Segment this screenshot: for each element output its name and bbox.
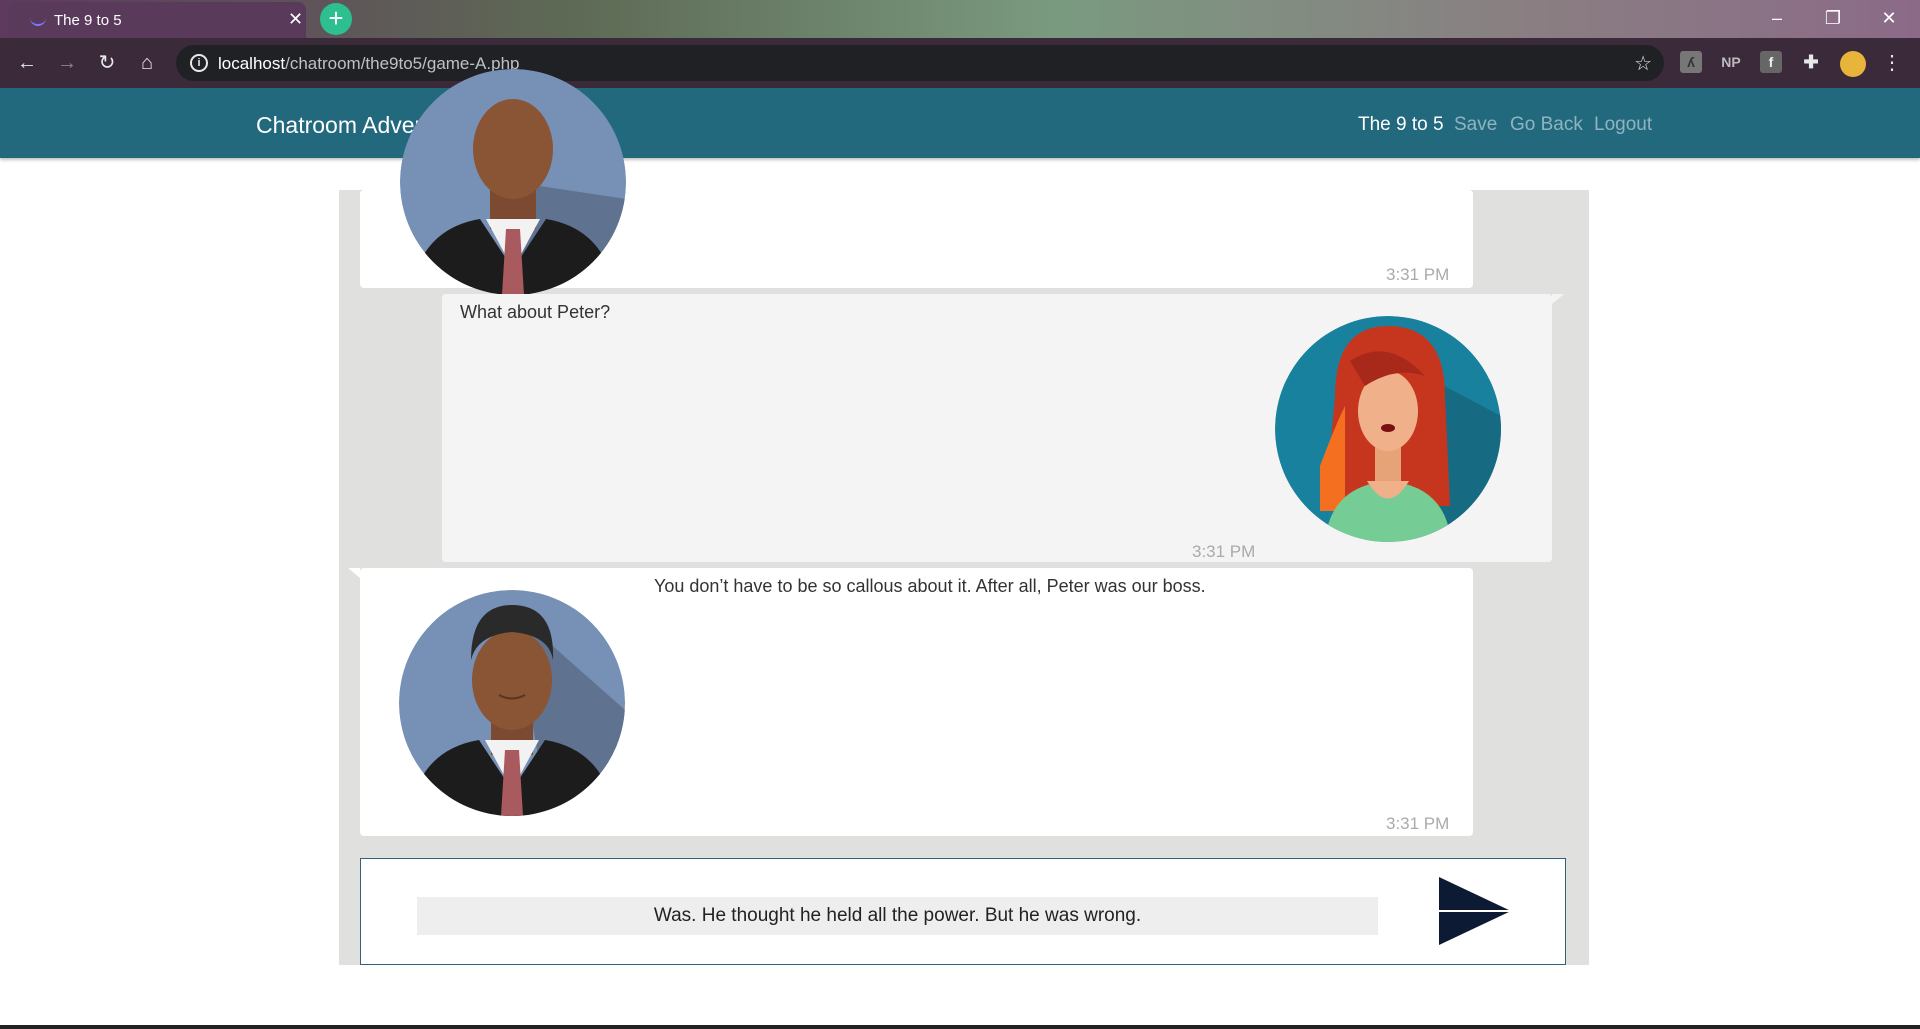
forward-arrow-icon[interactable]: → — [54, 50, 80, 76]
nav-save-link[interactable]: Save — [1454, 114, 1497, 136]
message-input[interactable] — [417, 897, 1378, 935]
tab-close-icon[interactable]: ✕ — [288, 10, 303, 28]
chat-message: What about Peter? 3:31 PM — [442, 294, 1564, 562]
chat-message: You don’t have to be so callous about it… — [348, 568, 1473, 836]
nav-current-game[interactable]: The 9 to 5 — [1358, 114, 1444, 136]
tab-title: The 9 to 5 — [54, 12, 122, 29]
url-text[interactable]: localhost/chatroom/the9to5/game-A.php — [218, 54, 519, 74]
extension-facebook-icon[interactable]: f — [1760, 51, 1782, 73]
extension-reader-icon[interactable]: ʎ — [1680, 51, 1702, 73]
taskbar-edge — [0, 1025, 1920, 1029]
red-haired-woman-avatar — [1275, 316, 1501, 542]
restore-button[interactable]: ❐ — [1810, 4, 1856, 32]
minimize-button[interactable]: – — [1754, 4, 1800, 32]
extension-np-icon[interactable]: NP — [1720, 51, 1742, 73]
man-in-suit-avatar — [399, 590, 625, 816]
address-bar[interactable]: i localhost/chatroom/the9to5/game-A.php … — [176, 45, 1664, 81]
message-time: 3:31 PM — [1192, 542, 1256, 561]
bookmark-star-icon[interactable]: ☆ — [1634, 51, 1652, 76]
browser-menu-icon[interactable]: ⋮ — [1882, 50, 1902, 75]
message-text: What about Peter? — [460, 302, 611, 322]
message-time: 3:31 PM — [1386, 265, 1450, 284]
home-icon[interactable]: ⌂ — [134, 50, 160, 76]
extensions-puzzle-icon[interactable]: ✚ — [1800, 51, 1822, 73]
man-in-suit-avatar — [400, 69, 626, 295]
profile-avatar[interactable] — [1840, 51, 1866, 77]
site-navbar: Chatroom Adventures The 9 to 5 Save Go B… — [0, 88, 1920, 158]
url-path: /chatroom/the9to5/game-A.php — [285, 54, 520, 73]
nav-go-back-link[interactable]: Go Back — [1510, 114, 1583, 136]
message-time: 3:31 PM — [1386, 814, 1450, 833]
window-close-button[interactable]: ✕ — [1866, 4, 1912, 32]
browser-titlebar: The 9 to 5 ✕ + – ❐ ✕ — [0, 0, 1920, 38]
message-text: You don’t have to be so callous about it… — [654, 576, 1206, 596]
bubble-tail — [1552, 294, 1564, 304]
chat-panel: 3:31 PM What about Peter? 3:31 PM You do… — [339, 69, 1589, 965]
site-info-icon[interactable]: i — [190, 54, 208, 72]
url-host: localhost — [218, 54, 286, 73]
nav-logout-link[interactable]: Logout — [1594, 114, 1652, 136]
browser-tab[interactable]: The 9 to 5 ✕ — [8, 2, 306, 38]
bubble-tail — [348, 568, 360, 578]
back-arrow-icon[interactable]: ← — [14, 50, 40, 76]
reload-icon[interactable]: ↻ — [94, 50, 120, 76]
browser-toolbar: ← → ↻ ⌂ i localhost/chatroom/the9to5/gam… — [0, 38, 1920, 88]
send-arrow-icon — [1439, 877, 1511, 945]
message-composer — [360, 858, 1566, 965]
new-tab-button[interactable]: + — [320, 3, 352, 35]
tab-favicon-icon — [30, 14, 46, 26]
chat-message: 3:31 PM — [360, 69, 1473, 295]
send-button[interactable] — [1435, 875, 1515, 947]
